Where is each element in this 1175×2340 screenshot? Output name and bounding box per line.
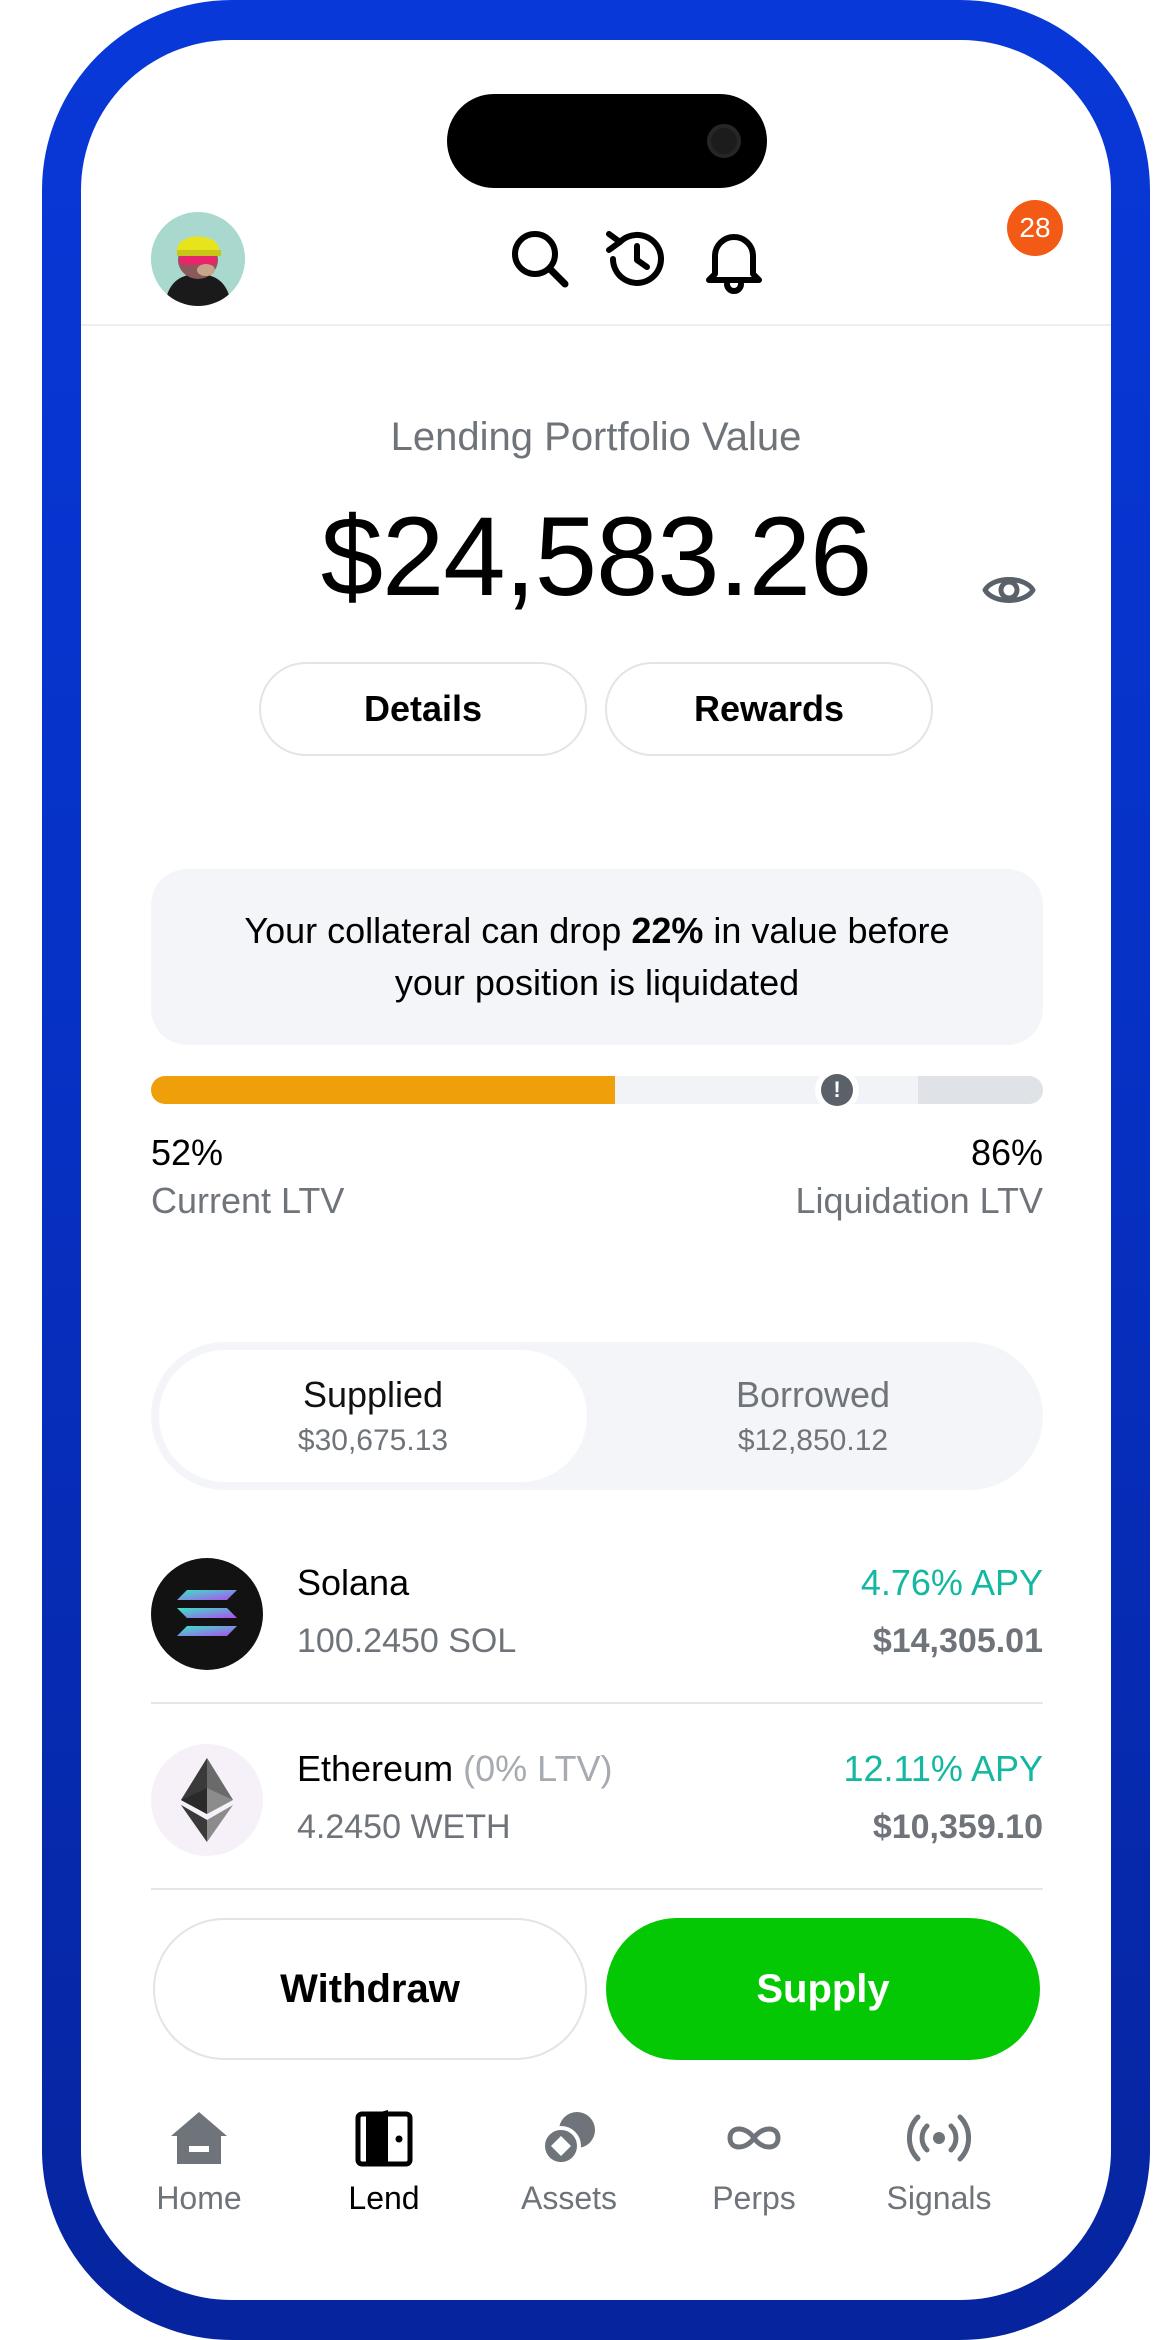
notification-badge: 28 [1007, 200, 1063, 256]
collateral-text: Your collateral can drop 22% in value be… [217, 905, 977, 1009]
collateral-card: Your collateral can drop 22% in value be… [151, 869, 1043, 1045]
collateral-drop-pct: 22% [631, 910, 704, 951]
details-button[interactable]: Details [259, 662, 587, 756]
liquidation-ltv-caption: Liquidation LTV [795, 1180, 1044, 1221]
current-ltv-caption: Current LTV [151, 1180, 345, 1221]
rewards-button[interactable]: Rewards [605, 662, 933, 756]
tab-borrowed[interactable]: Borrowed $12,850.12 [599, 1350, 1027, 1482]
camera-icon [707, 124, 741, 158]
asset-usd-value: $14,305.01 [872, 1622, 1043, 1660]
tab-supplied-value: $30,675.13 [297, 1424, 449, 1457]
asset-row-solana[interactable]: Solana 100.2450 SOL 4.76% APY $14,305.01 [151, 1518, 1043, 1704]
alert-icon: ! [821, 1074, 853, 1106]
asset-ltv-note: (0% LTV) [463, 1748, 613, 1789]
tab-assets[interactable]: Assets [479, 2106, 659, 2226]
bell-icon[interactable] [699, 224, 769, 294]
asset-name-text: Ethereum [297, 1748, 454, 1789]
asset-amount: 4.2450 WETH [297, 1808, 511, 1846]
tab-signals-label: Signals [886, 2180, 992, 2216]
ltv-current-fill [151, 1076, 615, 1104]
asset-name: Solana [297, 1562, 409, 1604]
dynamic-island [447, 94, 767, 188]
eye-icon[interactable] [981, 562, 1037, 618]
header-divider [81, 324, 1111, 326]
tab-home-label: Home [156, 2180, 242, 2216]
asset-amount: 100.2450 SOL [297, 1622, 517, 1660]
asset-apy: 4.76% APY [860, 1562, 1043, 1603]
asset-usd-value: $10,359.10 [872, 1808, 1043, 1846]
tab-supplied-label: Supplied [302, 1374, 444, 1415]
row-divider [151, 1888, 1043, 1890]
tab-perps-label: Perps [712, 2180, 796, 2216]
collateral-text-before: Your collateral can drop [244, 910, 632, 951]
portfolio-label: Lending Portfolio Value [390, 415, 802, 459]
tab-borrowed-label: Borrowed [735, 1374, 891, 1415]
tab-lend-label: Lend [348, 2180, 420, 2216]
withdraw-button[interactable]: Withdraw [153, 1918, 587, 2060]
solana-icon [151, 1558, 263, 1670]
asset-name: Ethereum (0% LTV) [297, 1748, 612, 1790]
assets-icon [541, 2112, 595, 2166]
tab-home[interactable]: Home [109, 2106, 289, 2226]
current-ltv-value: 52% [151, 1132, 224, 1173]
avatar-icon [151, 212, 245, 306]
tab-perps[interactable]: Perps [664, 2106, 844, 2226]
infinity-icon [727, 2126, 781, 2150]
asset-apy: 12.11% APY [843, 1748, 1043, 1789]
tab-assets-label: Assets [520, 2180, 618, 2216]
tab-borrowed-value: $12,850.12 [737, 1424, 889, 1457]
portfolio-value: $24,583.26 [320, 494, 873, 619]
history-icon[interactable] [601, 224, 671, 294]
ethereum-icon [151, 1744, 263, 1856]
supplied-borrowed-toggle: Supplied $30,675.13 Borrowed $12,850.12 [151, 1342, 1043, 1490]
asset-row-ethereum[interactable]: Ethereum (0% LTV) 4.2450 WETH 12.11% APY… [151, 1704, 1043, 1890]
liquidation-ltv-value: 86% [970, 1132, 1043, 1173]
vault-icon [355, 2110, 413, 2167]
signal-icon [907, 2114, 971, 2162]
home-icon [171, 2112, 227, 2164]
liquidation-marker[interactable]: ! [815, 1068, 859, 1112]
search-icon[interactable] [505, 224, 575, 294]
app-screen: 28 Lending Portfolio Value $24,583.26 De… [81, 40, 1111, 2300]
supply-button[interactable]: Supply [606, 1918, 1040, 2060]
tab-lend[interactable]: Lend [294, 2106, 474, 2226]
tab-supplied[interactable]: Supplied $30,675.13 [159, 1350, 587, 1482]
ltv-liquidation-zone [918, 1076, 1043, 1104]
asset-name-text: Solana [297, 1562, 410, 1603]
ltv-progress-bar [151, 1076, 1043, 1104]
tab-signals[interactable]: Signals [849, 2106, 1029, 2226]
avatar[interactable] [151, 212, 245, 306]
